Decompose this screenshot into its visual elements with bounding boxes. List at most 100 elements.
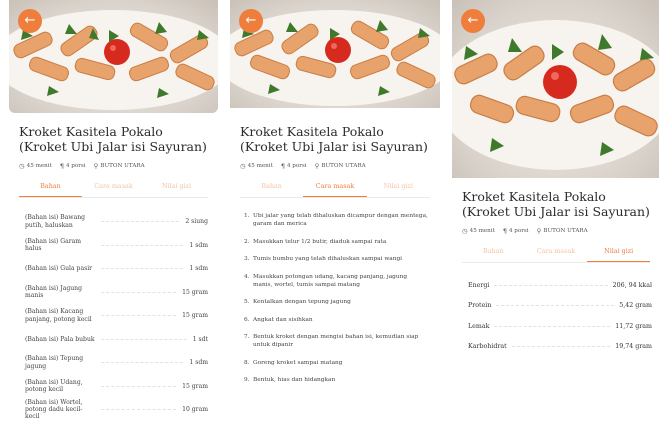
recipe-tabs: Bahan Cara masak Nilai gizi [19,176,208,198]
step-number: 2. [244,238,250,245]
ingredient-name: (Bahan isi) Kacang panjang, potong kecil [25,308,92,323]
recipe-meta: ◷ 45 menit ¶ 4 porsi ⚲ BUTON UTARA [230,162,440,170]
ingredient-qty: 2 siung [185,218,208,226]
dotted-leader [494,284,608,286]
step-text: Ubi jalar yang telah dihaluskan dicampur… [253,213,428,227]
dotted-leader [101,315,177,317]
list-item: (Bahan isi) Pala bubuk 1 sdt [25,328,208,352]
dotted-leader [511,346,611,348]
recipe-title: Kroket Kasitela Pokalo (Kroket Ubi Jalar… [240,124,428,154]
ingredient-qty: 15 gram [182,382,208,390]
screen-cooking-steps: ← Kroket Kasitela Pokalo (Kroket Ubi Jal… [230,0,440,434]
location-pin-icon: ⚲ [314,162,320,170]
utensils-icon: ¶ [280,162,285,170]
ingredient-name: (Bahan isi) Gula pasir [25,265,93,273]
step-text: Angkat dan sisihkan [253,316,313,323]
nutrient-name: Energi [468,281,490,289]
clock-icon: ◷ [462,227,468,235]
list-item: (Bahan isi) Garam halus 1 sdm [25,234,208,258]
nutrient-name: Protein [468,302,492,310]
recipe-time: 45 menit [26,163,52,169]
screen-ingredients: ← Kroket Kasitela Pokalo (Kroket Ubi Jal… [9,0,218,434]
step-number: 7. [244,334,250,340]
step-number: 9. [244,377,250,383]
list-item: 4. Masukkan potongan udang, kacang panjan… [244,273,428,289]
step-text: Bentuk, hias dan hidangkan [253,377,336,383]
arrow-left-icon: ← [245,13,257,28]
recipe-region: BUTON UTARA [543,228,588,234]
tab-cara-masak[interactable]: Cara masak [525,241,588,262]
ingredient-qty: 1 sdm [189,359,208,367]
nutrient-name: Karbohidrat [468,343,507,351]
recipe-time: 45 menit [247,163,273,169]
list-item: (Bahan isi) Wortel, potong dadu kecil-ke… [25,398,208,422]
ingredient-qty: 1 sdm [189,241,208,249]
list-item: (Bahan isi) Tepung jagung 1 sdm [25,351,208,375]
nutrient-value: 206, 94 kkal [612,281,652,289]
recipe-portion: 4 porsi [65,163,86,169]
location-pin-icon: ⚲ [536,227,542,235]
step-text: Masukkan telur 1/2 butir, diaduk sampai … [253,238,387,245]
list-item: 9. Bentuk, hias dan hidangkan [244,376,428,384]
tab-bahan[interactable]: Bahan [240,176,303,197]
step-number: 8. [244,359,250,366]
tab-nilai-gizi[interactable]: Nilai gizi [367,176,430,197]
location-pin-icon: ⚲ [93,162,99,170]
back-button[interactable]: ← [239,9,263,33]
tab-bahan[interactable]: Bahan [19,176,82,197]
arrow-left-icon: ← [24,13,36,28]
dotted-leader [101,338,187,340]
list-item: (Bahan isi) Kacang panjang, potong kecil… [25,304,208,328]
dotted-leader [101,268,184,270]
ingredient-name: (Bahan isi) Wortel, potong dadu kecil-ke… [25,398,83,421]
list-item: (Bahan isi) Bawang putih, haluskan 2 siun… [25,210,208,234]
ingredient-name: (Bahan isi) Garam halus [25,237,82,253]
list-item: 7. Bentuk kroket dengan mengisi bahan isi… [244,333,428,349]
list-item: 2. Masukkan telur 1/2 butir, diaduk sampa… [244,238,428,246]
nutrient-value: 19,74 gram [615,343,652,351]
back-button[interactable]: ← [18,9,42,33]
ingredient-name: (Bahan isi) Udang, potong kecil [25,378,83,394]
step-number: 3. [244,256,250,262]
ingredient-qty: 15 gram [182,312,208,320]
utensils-icon: ¶ [502,227,507,235]
nutrient-value: 5,42 gram [619,302,652,310]
list-item: Energi 206, 94 kkal [468,275,652,296]
tab-cara-masak[interactable]: Cara masak [303,176,367,197]
step-text: Tumis bumbu yang telah dihaluskan sampai… [253,256,403,262]
recipe-hero-image: ← [230,0,440,108]
clock-icon: ◷ [240,162,246,170]
step-number: 4. [244,273,250,280]
list-item: (Bahan isi) Jagung manis 15 gram [25,281,208,305]
step-number: 1. [244,213,250,219]
list-item: 5. Kentalkan dengan tepung jagung [244,298,428,306]
recipe-title: Kroket Kasitela Pokalo (Kroket Ubi Jalar… [19,124,207,154]
ingredient-qty: 1 sdt [192,335,208,343]
recipe-meta: ◷ 45 menit ¶ 4 porsi ⚲ BUTON UTARA [9,162,218,170]
step-number: 6. [244,316,250,323]
back-button[interactable]: ← [461,9,485,33]
recipe-time: 45 menit [469,228,495,234]
tab-nilai-gizi[interactable]: Nilai gizi [587,241,651,262]
tab-bahan[interactable]: Bahan [462,241,525,262]
nutrient-name: Lemak [468,322,490,330]
tab-nilai-gizi[interactable]: Nilai gizi [145,176,208,197]
list-item: (Bahan isi) Udang, potong kecil 15 gram [25,375,208,399]
step-text: Bentuk kroket dengan mengisi bahan isi, … [253,334,419,348]
ingredient-qty: 10 gram [182,406,208,414]
list-item: Karbohidrat 19,74 gram [468,337,652,358]
dotted-leader [101,385,177,387]
list-item: 6. Angkat dan sisihkan [244,316,428,324]
recipe-portion: 4 porsi [286,163,307,169]
list-item: 1. Ubi jalar yang telah dihaluskan dicamp… [244,212,428,228]
tab-cara-masak[interactable]: Cara masak [82,176,145,197]
screen-nutrition: ← Kroket Kasitela Pokalo (Kroket Ubi Jal… [452,0,659,434]
step-number: 5. [244,299,250,305]
dotted-leader [496,305,615,307]
list-item: Lemak 11,72 gram [468,316,652,337]
clock-icon: ◷ [19,162,25,170]
step-text: Goreng kroket sampai matang [253,359,343,366]
list-item: Protein 5,42 gram [468,296,652,317]
ingredient-qty: 1 sdm [189,265,208,273]
dotted-leader [494,325,611,327]
